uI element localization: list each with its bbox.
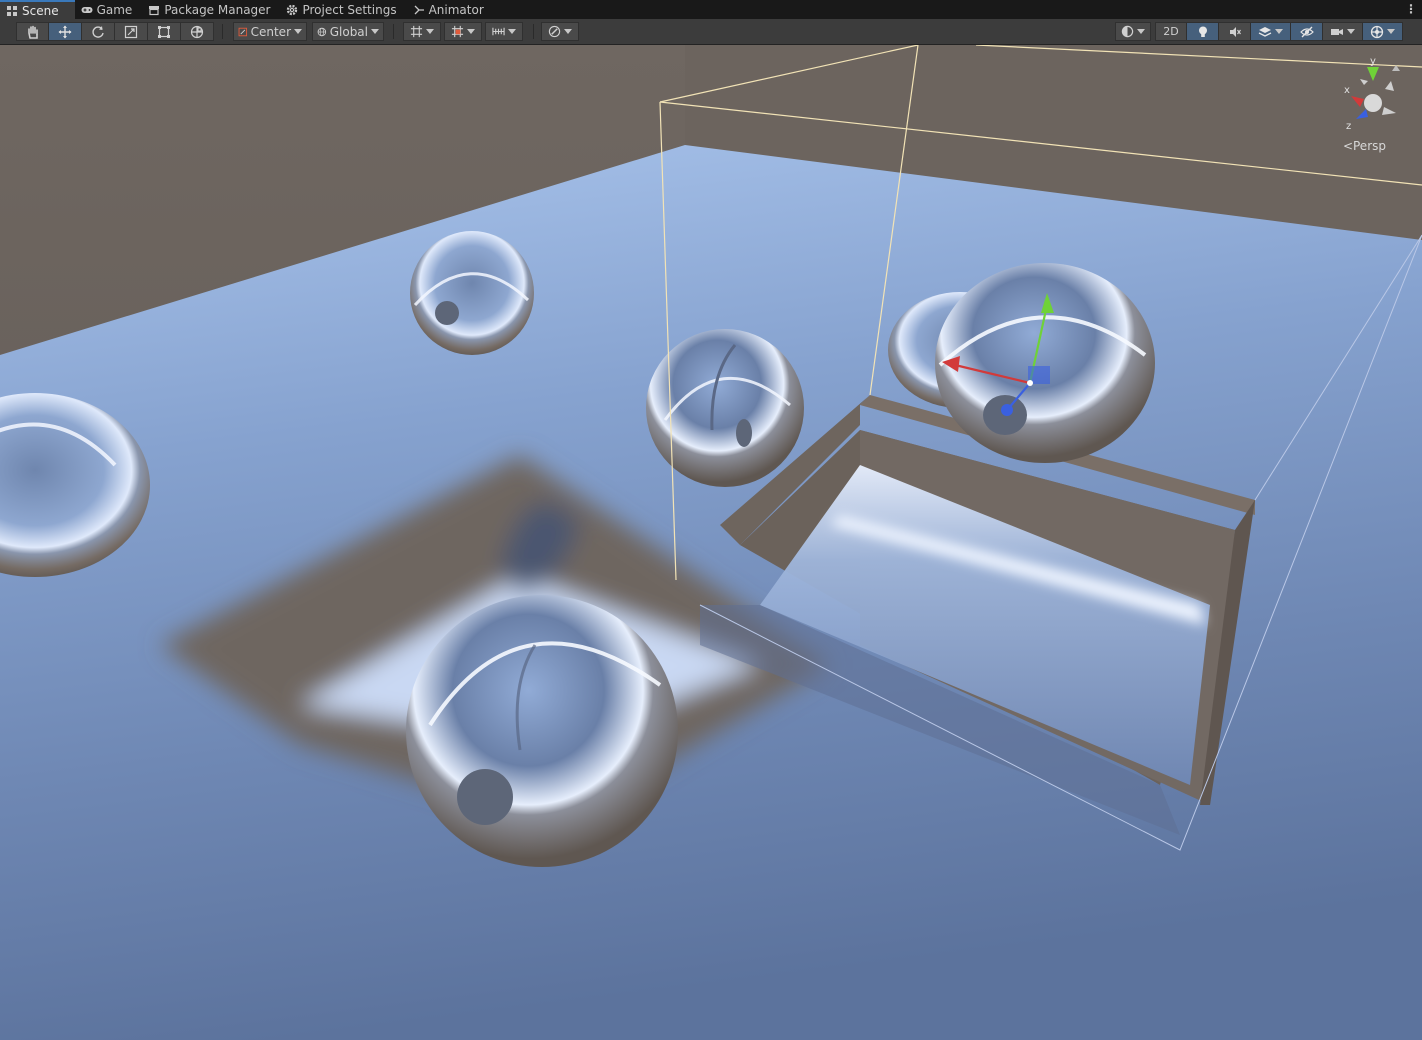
tab-label: Project Settings [302, 2, 397, 17]
gear-icon [287, 4, 298, 15]
rect-tool-icon [158, 25, 170, 38]
scene-visibility-toggle-button[interactable] [1291, 22, 1323, 41]
axis-x-label: x [1344, 85, 1350, 96]
move-tool-button[interactable] [49, 22, 82, 41]
lighting-toggle-button[interactable] [1187, 22, 1219, 41]
toggle-2d-button[interactable]: 2D [1155, 22, 1187, 41]
projection-label: Persp [1353, 139, 1386, 153]
chevron-down-icon [426, 29, 434, 34]
tab-scene[interactable]: Scene [0, 0, 75, 19]
tab-options-menu-icon[interactable]: ⋮ [1405, 2, 1417, 16]
chevron-left-icon: < [1342, 139, 1353, 153]
tab-label: Scene [22, 3, 59, 18]
axis-z-label: z [1346, 121, 1351, 132]
animator-icon [414, 5, 424, 14]
view-toggle-group: 2D [1155, 22, 1403, 41]
package-icon [149, 5, 160, 15]
lightbulb-icon [1198, 26, 1207, 37]
draw-mode-dropdown[interactable] [1115, 22, 1151, 41]
scene-viewport[interactable]: y x z <Persp [0, 45, 1422, 1040]
pivot-mode-dropdown[interactable]: Center [233, 22, 307, 41]
transform-tool-button[interactable] [181, 22, 214, 41]
tab-game[interactable]: Game [75, 0, 143, 19]
rotate-tool-icon [92, 25, 104, 38]
pivot-space-group: Center Global [233, 22, 384, 41]
toolbar-separator [222, 24, 223, 39]
shading-sphere-icon [1121, 25, 1134, 38]
globe-icon [317, 27, 327, 36]
grid-snapping-dropdown[interactable] [444, 22, 482, 41]
camera-icon [1331, 28, 1343, 35]
draw-mode-group [1115, 22, 1151, 41]
axis-y-label: y [1370, 56, 1376, 67]
eye-hidden-icon [1299, 26, 1314, 37]
editor-tab-bar: Scene Game Package Manager Project Setti… [0, 0, 1422, 19]
ruler-snap-icon [492, 27, 505, 36]
chevron-down-icon [1387, 29, 1395, 34]
chevron-down-icon [1137, 29, 1145, 34]
rect-tool-button[interactable] [148, 22, 181, 41]
scene-grid-icon [7, 5, 17, 16]
scale-tool-icon [124, 25, 138, 38]
projection-toggle[interactable]: <Persp [1343, 139, 1386, 153]
reflection-sphere-back [410, 231, 534, 355]
audio-toggle-button[interactable] [1219, 22, 1251, 41]
scale-tool-button[interactable] [115, 22, 148, 41]
space-mode-label: Global [329, 24, 368, 39]
tab-package-manager[interactable]: Package Manager [142, 0, 280, 19]
grid-visibility-dropdown[interactable] [403, 22, 441, 41]
tab-label: Package Manager [164, 2, 271, 17]
space-mode-dropdown[interactable]: Global [312, 22, 384, 41]
gizmo-globe-icon [1370, 25, 1384, 38]
chevron-down-icon [564, 29, 572, 34]
grid-snap-icon [451, 25, 464, 38]
tab-label: Animator [428, 2, 484, 17]
pivot-mode-label: Center [250, 24, 291, 39]
grid-icon [410, 25, 423, 38]
chevron-down-icon [371, 29, 379, 34]
compass-icon [548, 25, 561, 38]
transform-tool-icon [190, 25, 204, 38]
hand-tool-button[interactable] [16, 22, 49, 41]
scene-toolbar: Center Global 2D [0, 19, 1422, 45]
pivot-center-icon [238, 27, 248, 36]
transform-tools [16, 22, 214, 41]
grid-snap-group [403, 22, 523, 41]
component-tools-dropdown[interactable] [541, 22, 579, 41]
camera-settings-dropdown[interactable] [1323, 22, 1363, 41]
gamepad-icon [81, 6, 93, 13]
chevron-down-icon [1275, 29, 1283, 34]
speaker-muted-icon [1229, 26, 1241, 37]
chevron-down-icon [467, 29, 475, 34]
chevron-down-icon [294, 29, 302, 34]
move-tool-icon [58, 25, 72, 38]
lock-icon[interactable] [1392, 65, 1400, 71]
layers-effects-icon [1258, 26, 1272, 37]
component-tools-group [541, 22, 579, 41]
tab-animator[interactable]: Animator [407, 0, 494, 19]
gizmos-dropdown[interactable] [1363, 22, 1403, 41]
effects-dropdown[interactable] [1251, 22, 1291, 41]
chevron-down-icon [508, 29, 516, 34]
increment-snap-dropdown[interactable] [485, 22, 523, 41]
scene-render [0, 45, 1422, 1040]
chevron-down-icon [1347, 29, 1355, 34]
reflection-sphere-front [406, 595, 678, 867]
hand-tool-icon [27, 25, 38, 39]
toolbar-separator [533, 24, 534, 39]
toolbar-separator [393, 24, 394, 39]
tab-label: Game [96, 2, 133, 17]
rotate-tool-button[interactable] [82, 22, 115, 41]
tab-project-settings[interactable]: Project Settings [280, 0, 406, 19]
